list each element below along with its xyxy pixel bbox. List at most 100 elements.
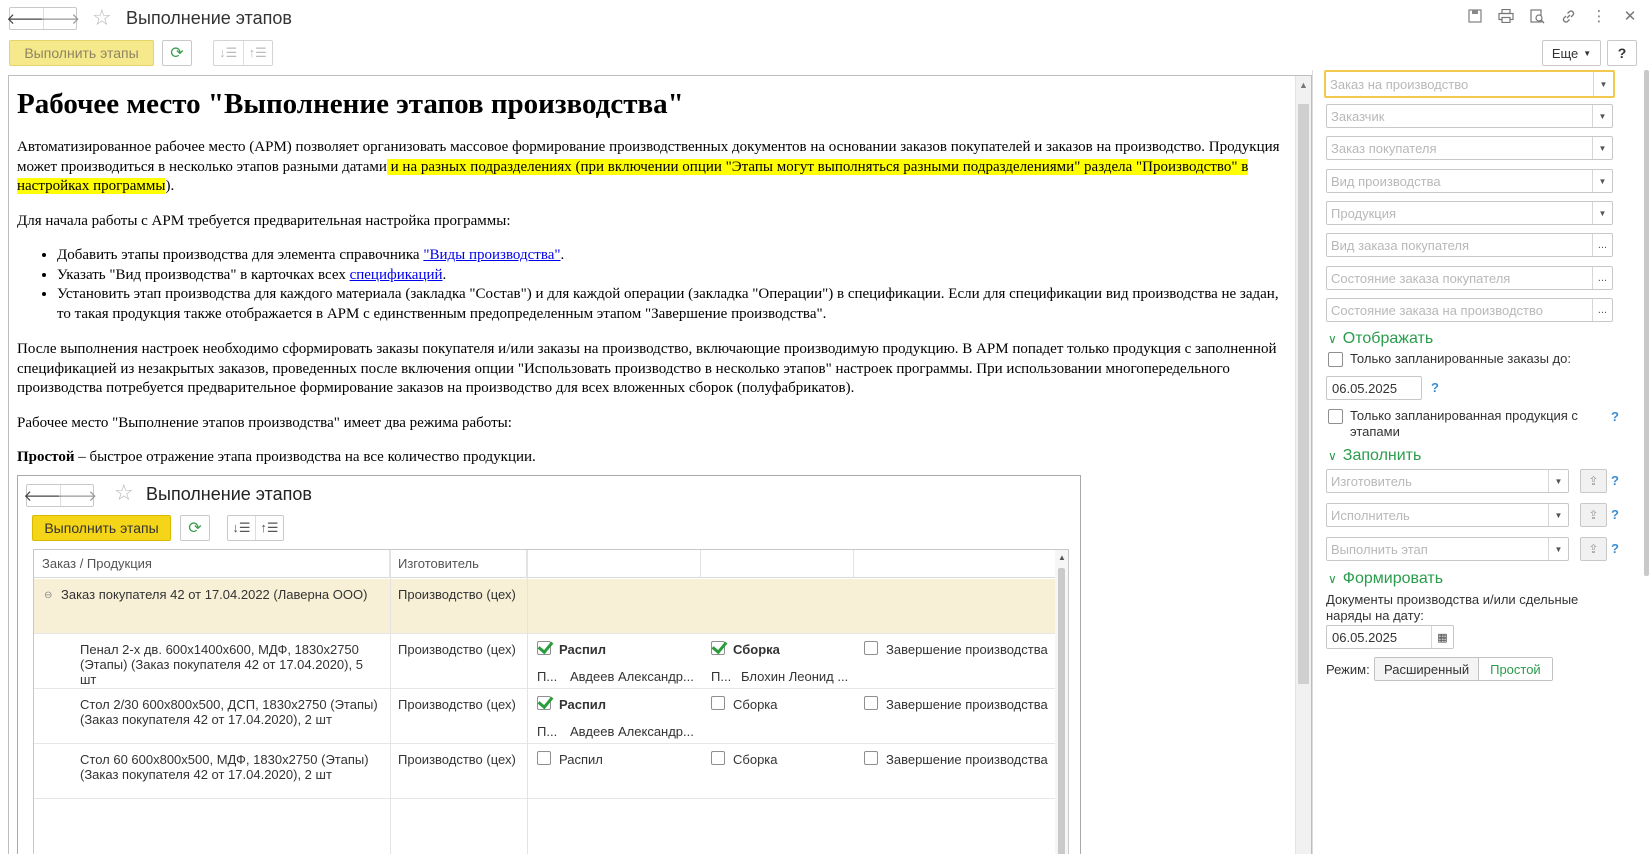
stage-checkbox[interactable] [711, 696, 725, 710]
chevron-down-icon[interactable]: ▼ [1592, 105, 1612, 127]
chevron-down-icon: ∨ [1328, 332, 1337, 346]
chevron-down-icon: ∨ [1328, 572, 1337, 586]
help-icon[interactable]: ? [1611, 409, 1619, 424]
select-dots-icon[interactable]: ... [1592, 234, 1612, 256]
maker-field[interactable]: Изготовитель ▼ [1326, 469, 1569, 493]
favorite-star-icon[interactable]: ☆ [92, 5, 112, 31]
only-planned-products-checkbox[interactable] [1328, 409, 1343, 424]
form-section-toggle[interactable]: ∨ Формировать [1328, 570, 1443, 588]
scroll-up-icon[interactable]: ▲ [1058, 553, 1066, 562]
customer-field[interactable]: Заказчик ▼ [1326, 104, 1613, 128]
list-text: . [560, 247, 565, 263]
apply-executor-button[interactable]: ⇪ [1580, 503, 1607, 527]
help-icon[interactable]: ? [1611, 541, 1619, 556]
production-order-state-field[interactable]: Состояние заказа на производство ... [1326, 298, 1613, 322]
chevron-down-icon[interactable]: ▼ [1548, 538, 1568, 560]
stage-checkbox[interactable] [537, 641, 551, 655]
stage-label: Сборка [733, 752, 778, 767]
back-icon[interactable]: 🡐 [6, 8, 46, 29]
executor-name: Авдеев Александр... [570, 669, 694, 684]
stage-checkbox[interactable] [711, 641, 725, 655]
stage-checkbox[interactable] [711, 751, 725, 765]
link-icon[interactable] [1559, 7, 1577, 25]
refresh-button[interactable]: ⟳ [162, 40, 192, 66]
fill-section-toggle[interactable]: ∨ Заполнить [1328, 447, 1421, 465]
execute-stages-button[interactable]: Выполнить этапы [9, 40, 154, 66]
chevron-down-icon[interactable]: ▼ [1592, 137, 1612, 159]
row-maker: Производство (цех) [398, 752, 516, 767]
customer-order-state-field[interactable]: Состояние заказа покупателя ... [1326, 266, 1613, 290]
select-dots-icon[interactable]: ... [1592, 299, 1612, 321]
mode-extended-button[interactable]: Расширенный [1375, 658, 1479, 680]
field-placeholder: Заказ покупателя [1331, 141, 1437, 156]
table-group-row[interactable]: ⊖ Заказ покупателя 42 от 17.04.2022 (Лав… [34, 579, 1056, 634]
planned-date-field[interactable]: 06.05.2025 [1326, 376, 1422, 400]
refresh-icon: ⟳ [188, 520, 202, 537]
product-field[interactable]: Продукция ▼ [1326, 201, 1613, 225]
expand-all-icon[interactable]: ↓☰ [214, 41, 243, 65]
back-icon: 🡐 [23, 488, 64, 505]
forward-icon[interactable]: 🡒 [40, 8, 80, 29]
chevron-down-icon[interactable]: ▼ [1593, 72, 1613, 96]
production-type-field[interactable]: Вид производства ▼ [1326, 169, 1613, 193]
chevron-down-icon[interactable]: ▼ [1592, 202, 1612, 224]
document-heading: Рабочее место "Выполнение этапов произво… [17, 88, 684, 120]
stage-checkbox[interactable] [537, 696, 551, 710]
print-icon[interactable] [1497, 7, 1515, 25]
row-maker: Производство (цех) [398, 642, 516, 657]
mode-simple-button[interactable]: Простой [1478, 658, 1552, 680]
field-placeholder: Состояние заказа на производство [1331, 303, 1544, 318]
scroll-up-icon[interactable]: ▲ [1299, 80, 1308, 90]
table-row[interactable]: Пенал 2-х дв. 600х1400х600, МДФ, 1830х27… [34, 634, 1056, 689]
customer-order-type-field[interactable]: Вид заказа покупателя ... [1326, 233, 1613, 257]
scroll-thumb[interactable] [1298, 104, 1309, 684]
select-dots-icon[interactable]: ... [1592, 267, 1612, 289]
calendar-icon[interactable]: ▦ [1431, 626, 1453, 648]
scroll-thumb[interactable] [1058, 568, 1065, 854]
panel-scrollbar[interactable] [1641, 70, 1651, 854]
document-scrollbar[interactable]: ▲ [1295, 76, 1311, 854]
specifications-link[interactable]: спецификаций [350, 267, 443, 283]
stage-checkbox[interactable] [864, 696, 878, 710]
production-order-field[interactable]: Заказ на производство ▼ [1324, 70, 1615, 98]
chevron-down-icon[interactable]: ▼ [1548, 504, 1568, 526]
table-row[interactable]: Стол 60 600х800х500, МДФ, 1830х2750 (Эта… [34, 744, 1056, 799]
chevron-down-icon[interactable]: ▼ [1592, 170, 1612, 192]
save-icon[interactable] [1466, 7, 1484, 25]
product-name: Стол 60 600х800х500, МДФ, 1830х2750 (Эта… [80, 752, 369, 782]
apply-icon: ⇪ [1588, 508, 1599, 522]
apply-maker-button[interactable]: ⇪ [1580, 469, 1607, 493]
menu-dots-icon[interactable]: ⋮ [1590, 7, 1608, 25]
collapse-all-icon[interactable]: ↑☰ [242, 41, 273, 65]
title-bar: 🡐 🡒 ☆ Выполнение этапов ⋮ ✕ [0, 0, 1651, 36]
apply-stage-button[interactable]: ⇪ [1580, 537, 1607, 561]
table-scrollbar[interactable]: ▲ [1055, 550, 1068, 854]
scroll-thumb[interactable] [1644, 70, 1649, 576]
collapse-icon[interactable]: ⊖ [44, 588, 52, 603]
help-icon[interactable]: ? [1611, 473, 1619, 488]
simple-mode-term: Простой [17, 449, 75, 465]
display-section-toggle[interactable]: ∨ Отображать [1328, 330, 1433, 348]
chevron-down-icon[interactable]: ▼ [1548, 470, 1568, 492]
preview-icon[interactable] [1528, 7, 1546, 25]
more-button[interactable]: Еще ▼ [1542, 40, 1601, 66]
help-icon[interactable]: ? [1431, 380, 1439, 395]
help-button[interactable]: ? [1607, 40, 1637, 66]
stage-checkbox[interactable] [864, 641, 878, 655]
stage-field[interactable]: Выполнить этап ▼ [1326, 537, 1569, 561]
simple-mode-paragraph: Простой – быстрое отражение этапа произв… [17, 448, 1295, 468]
table-row[interactable]: Стол 2/30 600х800х500, ДСП, 1830х2750 (Э… [34, 689, 1056, 744]
executor-field[interactable]: Исполнитель ▼ [1326, 503, 1569, 527]
stage-checkbox[interactable] [864, 751, 878, 765]
close-icon[interactable]: ✕ [1621, 7, 1639, 25]
chevron-down-icon: ∨ [1328, 449, 1337, 463]
embedded-nav-buttons: 🡐 🡒 [23, 484, 97, 507]
stage-checkbox[interactable] [537, 751, 551, 765]
column-divider [390, 550, 391, 854]
help-icon[interactable]: ? [1611, 507, 1619, 522]
customer-order-field[interactable]: Заказ покупателя ▼ [1326, 136, 1613, 160]
only-planned-orders-checkbox[interactable] [1328, 352, 1343, 367]
production-types-link[interactable]: "Виды производства" [423, 247, 560, 263]
documents-date-field[interactable]: 06.05.2025 ▦ [1326, 625, 1454, 649]
executor-prefix: П... [537, 669, 558, 684]
